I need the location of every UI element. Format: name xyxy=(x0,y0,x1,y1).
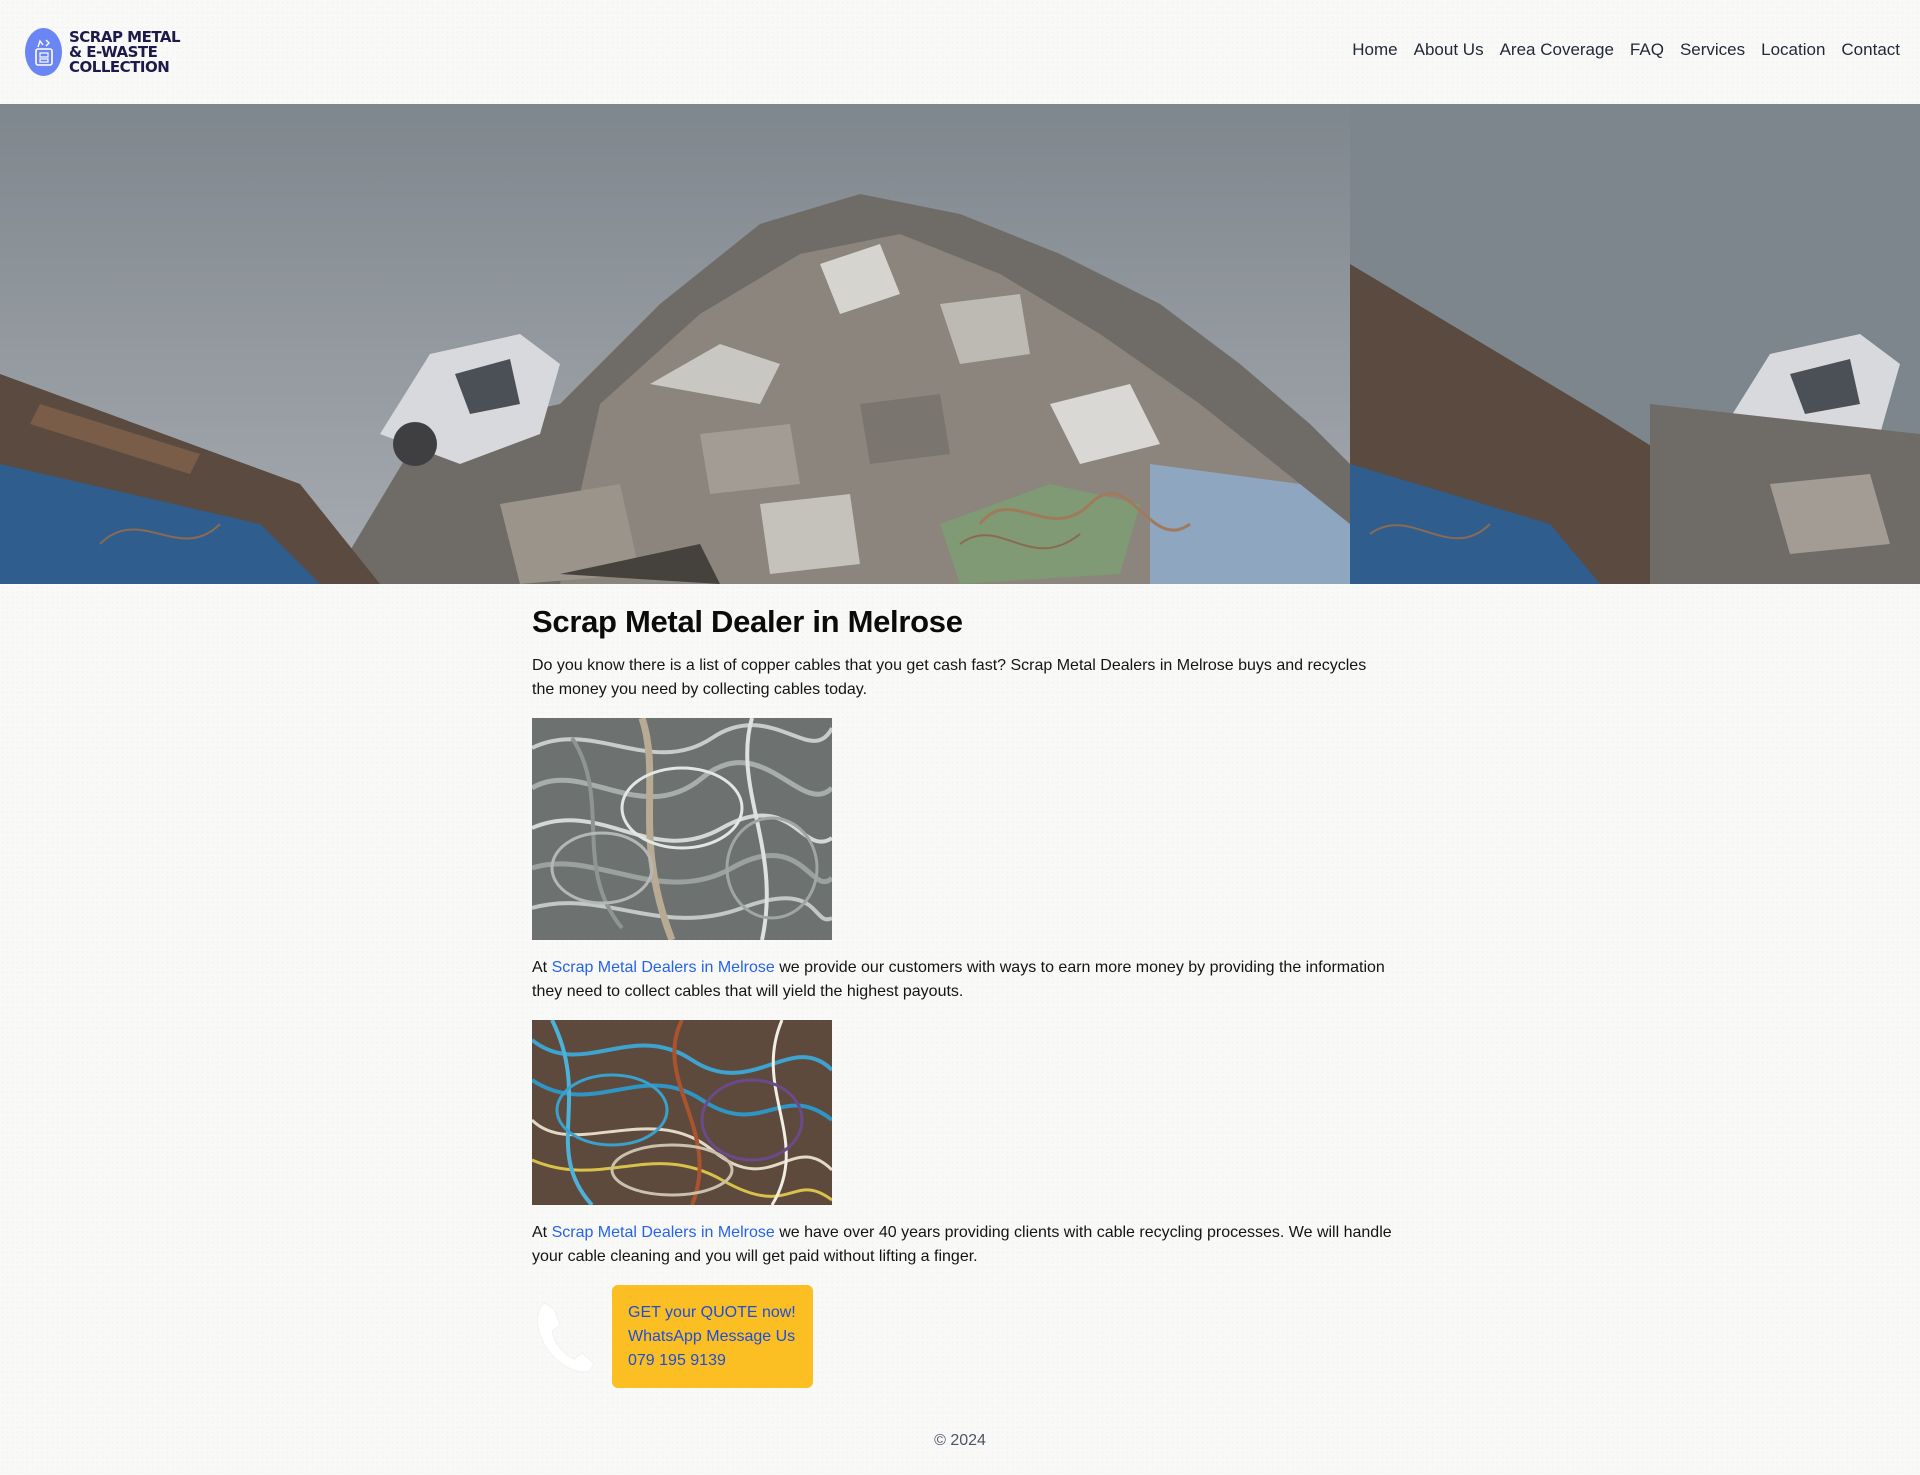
grey-cables-image xyxy=(532,718,832,940)
paragraph-earn-more: At Scrap Metal Dealers in Melrose we pro… xyxy=(532,956,1392,1004)
dealer-link[interactable]: Scrap Metal Dealers in Melrose xyxy=(552,1224,775,1241)
main-content: Scrap Metal Dealer in Melrose Do you kno… xyxy=(532,604,1392,1388)
nav-faq[interactable]: FAQ xyxy=(1630,40,1664,60)
cta-line-1: GET your QUOTE now! xyxy=(628,1304,796,1321)
nav-contact[interactable]: Contact xyxy=(1841,40,1900,60)
colored-wires-image xyxy=(532,1020,832,1205)
cta-phone-number: 079 195 9139 xyxy=(628,1352,726,1369)
nav-location[interactable]: Location xyxy=(1761,40,1825,60)
main-nav: Home About Us Area Coverage FAQ Services… xyxy=(1352,40,1900,60)
copyright-text: © 2024 xyxy=(934,1432,986,1449)
paragraph-prefix: At xyxy=(532,959,552,976)
logo-line-3: COLLECTION xyxy=(69,57,170,76)
cta-row: GET your QUOTE now! WhatsApp Message Us … xyxy=(532,1285,1392,1388)
hero-banner xyxy=(0,104,1920,584)
logo-wordmark: SCRAP METAL & E-WASTE COLLECTION xyxy=(69,29,181,76)
phone-icon xyxy=(537,1302,595,1373)
recycle-bin-icon xyxy=(25,28,62,76)
paragraph-prefix: At xyxy=(532,1224,552,1241)
site-logo[interactable]: SCRAP METAL & E-WASTE COLLECTION xyxy=(25,27,181,77)
nav-services[interactable]: Services xyxy=(1680,40,1745,60)
page-title: Scrap Metal Dealer in Melrose xyxy=(532,604,963,639)
nav-about-us[interactable]: About Us xyxy=(1414,40,1484,60)
nav-home[interactable]: Home xyxy=(1352,40,1397,60)
nav-area-coverage[interactable]: Area Coverage xyxy=(1500,40,1614,60)
intro-paragraph: Do you know there is a list of copper ca… xyxy=(532,657,1367,698)
site-header: SCRAP METAL & E-WASTE COLLECTION Home Ab… xyxy=(0,0,1920,104)
dealer-link[interactable]: Scrap Metal Dealers in Melrose xyxy=(552,959,775,976)
get-quote-button[interactable]: GET your QUOTE now! WhatsApp Message Us … xyxy=(612,1285,813,1388)
site-footer: © 2024 xyxy=(0,1432,1920,1450)
paragraph-experience: At Scrap Metal Dealers in Melrose we hav… xyxy=(532,1221,1392,1269)
hero-scrap-image xyxy=(0,104,1920,584)
cta-line-2: WhatsApp Message Us xyxy=(628,1328,796,1345)
